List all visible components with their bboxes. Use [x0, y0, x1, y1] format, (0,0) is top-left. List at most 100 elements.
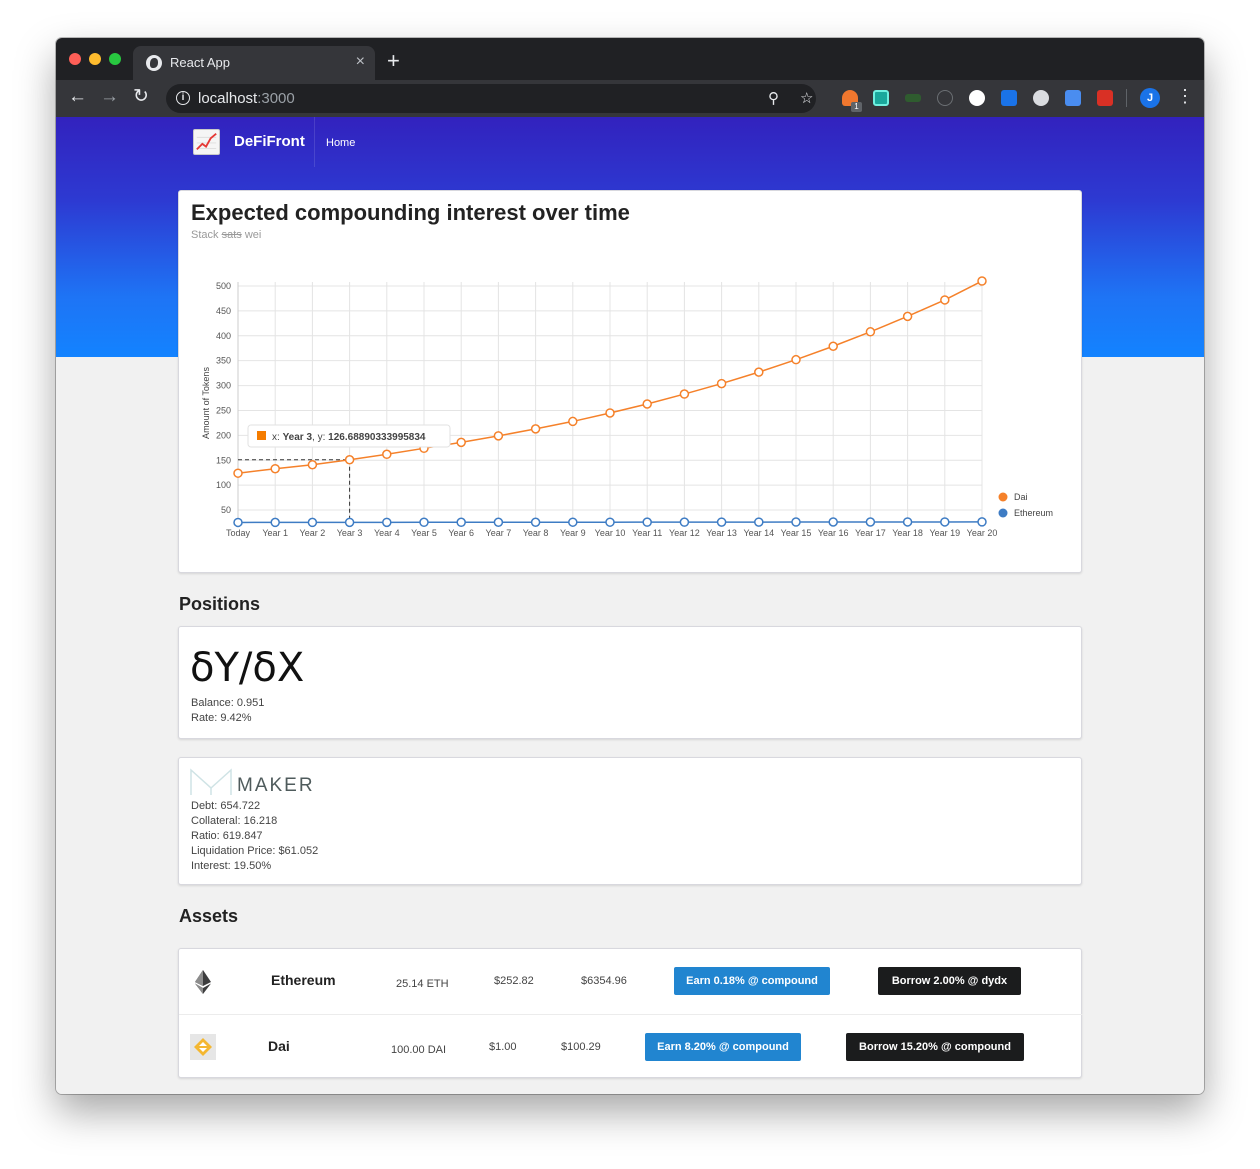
- asset-price: $252.82: [494, 975, 534, 987]
- x-tick-label: Year 18: [892, 528, 923, 538]
- data-point-ethereum: [791, 517, 801, 527]
- zoom-icon[interactable]: ⚲: [768, 89, 779, 107]
- data-point-dai: [530, 424, 541, 434]
- maker-position-card: MAKER Debt: 654.722 Collateral: 16.218 R…: [178, 757, 1082, 885]
- maker-logo: MAKER: [190, 768, 315, 796]
- close-window-button[interactable]: [69, 53, 81, 65]
- x-tick-label: Year 1: [262, 528, 288, 538]
- data-point-ethereum: [568, 517, 578, 527]
- interest-chart-card: Expected compounding interest over time …: [178, 190, 1082, 573]
- profile-avatar[interactable]: J: [1140, 88, 1160, 108]
- address-bar[interactable]: i localhost:3000 ⚲ ☆: [166, 84, 816, 113]
- extension-icon-white[interactable]: [969, 90, 985, 106]
- page-content: DeFiFront Home Expected compounding inte…: [56, 117, 1204, 1094]
- y-tick-label: 150: [216, 455, 231, 465]
- data-point-ethereum: [828, 517, 838, 527]
- positions-heading: Positions: [179, 594, 261, 614]
- asset-value: $6354.96: [581, 975, 627, 987]
- dydx-position-card: δY/δX Balance: 0.951 Rate: 9.42%: [178, 626, 1082, 739]
- dydx-rate: Rate: 9.42%: [191, 712, 252, 724]
- extension-icon-blue[interactable]: [1001, 90, 1017, 106]
- data-point-ethereum: [940, 517, 950, 527]
- extension-icon-teal[interactable]: [873, 90, 889, 106]
- app-navbar: DeFiFront Home: [178, 117, 1082, 167]
- asset-price: $1.00: [489, 1041, 517, 1053]
- data-point-ethereum: [493, 517, 504, 527]
- info-icon[interactable]: i: [176, 91, 190, 105]
- chart-emoji-logo-icon[interactable]: [193, 129, 220, 155]
- asset-name: Dai: [268, 1038, 290, 1054]
- data-point-ethereum: [419, 517, 429, 528]
- earn-compound-button[interactable]: Earn 8.20% @ compound: [645, 1033, 801, 1061]
- toolbar-divider: [1126, 89, 1127, 107]
- data-point-ethereum: [270, 517, 280, 528]
- maker-m-icon: [190, 768, 212, 795]
- tooltip-text: x: Year 3, y: 126.68890333995834: [272, 432, 426, 443]
- tooltip-marker: [257, 431, 266, 440]
- menu-dots-icon[interactable]: ⋮: [1176, 86, 1194, 106]
- x-tick-label: Year 2: [300, 528, 326, 538]
- data-point-dai: [679, 389, 690, 399]
- y-tick-label: 50: [221, 505, 231, 515]
- borrow-compound-button[interactable]: Borrow 15.20% @ compound: [846, 1033, 1024, 1061]
- x-tick-label: Today: [226, 528, 251, 538]
- extension-icon-gray[interactable]: [937, 90, 953, 106]
- minimize-window-button[interactable]: [89, 53, 101, 65]
- data-point-ethereum: [754, 517, 764, 527]
- data-point-dai: [716, 378, 727, 389]
- maker-logo-text: MAKER: [237, 775, 315, 796]
- extension-icon-red[interactable]: [1097, 90, 1113, 106]
- data-point-dai: [344, 455, 355, 465]
- tooltip-text-part: , y:: [312, 432, 328, 443]
- extension-icon-green[interactable]: [905, 94, 921, 102]
- bookmark-star-icon[interactable]: ☆: [800, 89, 813, 107]
- browser-window: React App × + ← → ↻ i localhost:3000 ⚲ ☆…: [56, 38, 1204, 1094]
- data-point-dai: [270, 463, 280, 474]
- x-tick-label: Year 6: [448, 528, 474, 538]
- y-tick-label: 200: [216, 430, 231, 440]
- legend-marker-dai: [998, 492, 1008, 502]
- nav-home-link[interactable]: Home: [326, 137, 355, 149]
- reload-icon[interactable]: ↻: [133, 87, 149, 107]
- y-tick-label: 250: [216, 405, 231, 415]
- data-point-ethereum: [902, 517, 913, 527]
- maker-m-icon-right: [210, 768, 232, 795]
- assets-table: Ethereum 25.14 ETH $252.82 $6354.96 Earn…: [178, 948, 1083, 1078]
- data-point-ethereum: [530, 517, 541, 527]
- maximize-window-button[interactable]: [109, 53, 121, 65]
- x-tick-label: Year 5: [411, 528, 437, 538]
- borrow-dydx-button[interactable]: Borrow 2.00% @ dydx: [878, 967, 1021, 995]
- earn-compound-button[interactable]: Earn 0.18% @ compound: [674, 967, 830, 995]
- data-point-dai: [754, 367, 764, 377]
- browser-tab[interactable]: React App ×: [133, 46, 375, 80]
- x-tick-label: Year 16: [818, 528, 849, 538]
- forward-arrow-icon[interactable]: →: [100, 87, 119, 107]
- brand-name[interactable]: DeFiFront: [234, 133, 305, 150]
- extension-icon-light[interactable]: [1033, 90, 1049, 106]
- interest-line-chart[interactable]: 50 100 150 200 250 300 350 400 450 500 Today Year 1…: [179, 191, 1083, 574]
- legend-label-ethereum: Ethereum: [1014, 508, 1053, 518]
- data-point-ethereum: [716, 517, 727, 527]
- data-point-dai: [977, 276, 987, 286]
- dai-icon: [190, 1034, 216, 1060]
- data-point-dai: [828, 341, 838, 351]
- x-tick-label: Year 9: [560, 528, 586, 538]
- back-arrow-icon[interactable]: ←: [68, 87, 87, 107]
- data-point-dai: [642, 399, 652, 409]
- new-tab-button[interactable]: +: [387, 48, 400, 74]
- y-tick-label: 500: [216, 281, 231, 291]
- tab-close-icon[interactable]: ×: [356, 53, 365, 71]
- extension-icon-bracket[interactable]: [1065, 90, 1081, 106]
- maker-ratio: Ratio: 619.847: [191, 830, 263, 842]
- x-tick-label: Year 20: [967, 528, 998, 538]
- asset-amount: 100.00 DAI: [391, 1044, 447, 1056]
- dydx-balance: Balance: 0.951: [191, 697, 265, 709]
- url-text[interactable]: localhost:3000: [198, 90, 295, 107]
- data-point-dai: [865, 327, 876, 337]
- dydx-logo: δY/δX: [190, 645, 304, 691]
- tab-strip: React App × +: [56, 38, 1204, 80]
- assets-heading: Assets: [179, 906, 239, 926]
- data-point-ethereum: [344, 517, 355, 528]
- data-point-ethereum: [456, 517, 466, 528]
- data-point-dai: [307, 459, 318, 470]
